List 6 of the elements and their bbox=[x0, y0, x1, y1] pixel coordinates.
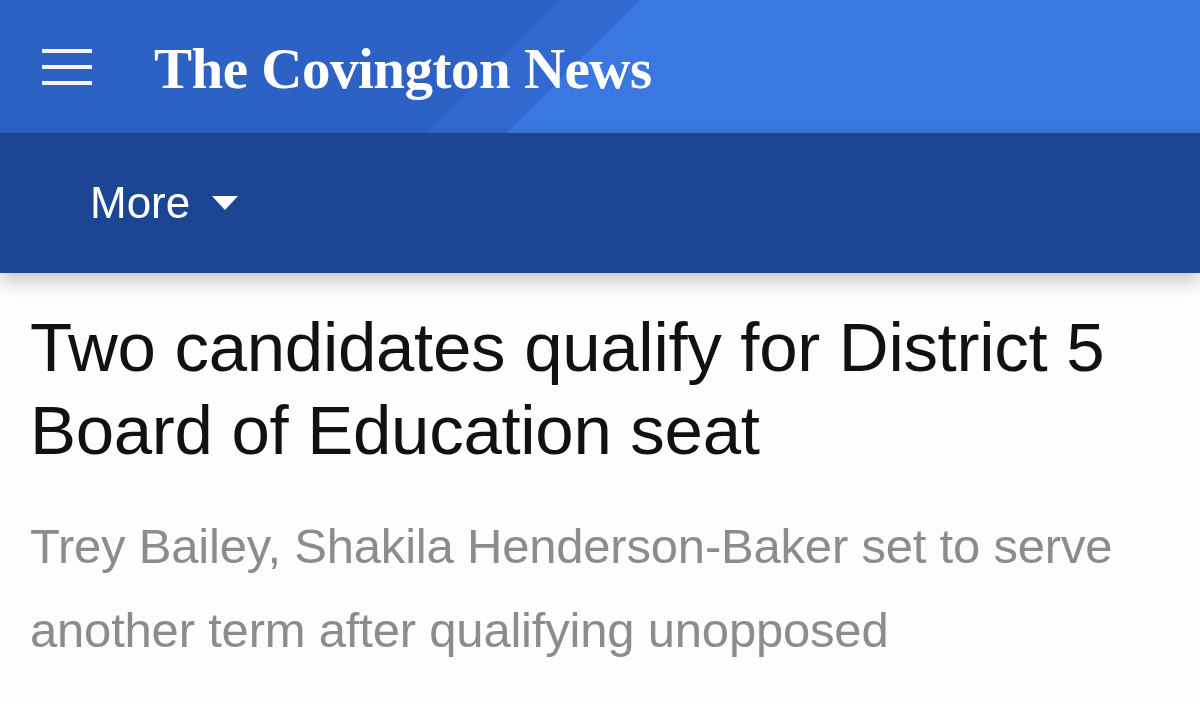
article-headline: Two candidates qualify for District 5 Board of Education seat bbox=[30, 308, 1106, 471]
article-subheadline: Trey Bailey, Shakila Henderson-Baker set to serve another term after qualifying unopposed bbox=[30, 518, 1114, 659]
menu-button[interactable] bbox=[42, 48, 92, 85]
menu-icon bbox=[42, 48, 92, 85]
caret-icon bbox=[212, 196, 239, 210]
more-dropdown[interactable]: More bbox=[90, 181, 239, 225]
